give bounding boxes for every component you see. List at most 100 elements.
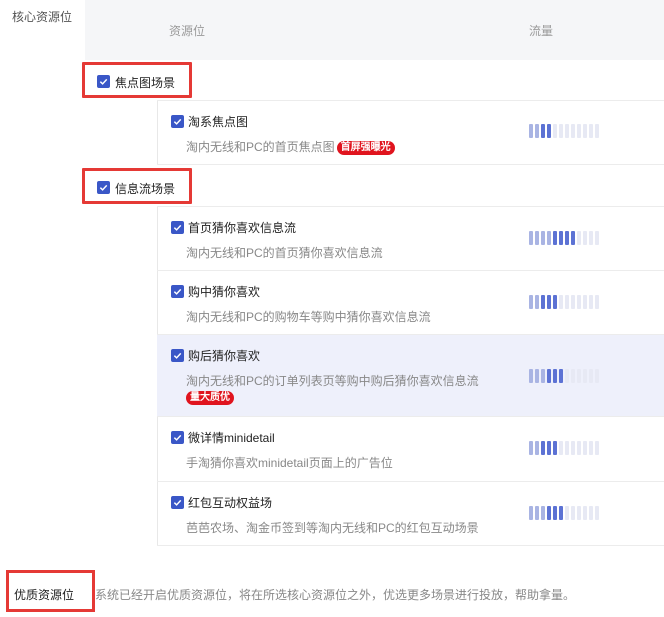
checkbox[interactable]	[171, 349, 184, 362]
list-item[interactable]: 购中猜你喜欢 淘内无线和PC的购物车等购中猜你喜欢信息流	[157, 271, 664, 334]
flow-segment	[529, 441, 533, 455]
flow-segment	[541, 295, 545, 309]
premium-resource-label: 优质资源位	[14, 588, 75, 602]
flow-segment	[559, 124, 563, 138]
flow-segment	[547, 506, 551, 520]
flow-segment	[559, 231, 563, 245]
checkbox[interactable]	[97, 75, 110, 88]
flow-segment	[565, 369, 569, 383]
flow-segment	[583, 369, 587, 383]
item-title: 购中猜你喜欢	[188, 285, 261, 299]
flow-segment	[565, 506, 569, 520]
item-description: 淘内无线和PC的购物车等购中猜你喜欢信息流	[186, 310, 431, 324]
flow-segment	[595, 441, 599, 455]
flow-segment	[577, 231, 581, 245]
item-description: 手淘猜你喜欢minidetail页面上的广告位	[186, 456, 393, 470]
check-icon	[173, 118, 182, 125]
check-icon	[173, 434, 182, 441]
group-focus-scene[interactable]: 焦点图场景	[82, 62, 192, 98]
flow-segment	[547, 295, 551, 309]
flow-segment	[559, 295, 563, 309]
flow-segment	[553, 506, 557, 520]
flow-segment	[595, 369, 599, 383]
flow-segment	[577, 295, 581, 309]
flow-segment	[595, 231, 599, 245]
flow-segment	[571, 506, 575, 520]
flow-segment	[589, 506, 593, 520]
list-item[interactable]: 微详情minidetail 手淘猜你喜欢minidetail页面上的广告位	[157, 417, 664, 481]
checkbox[interactable]	[171, 221, 184, 234]
flow-segment	[595, 506, 599, 520]
flow-segment	[541, 231, 545, 245]
list-item[interactable]: 红包互动权益场 芭芭农场、淘金币签到等淘内无线和PC的红包互动场景	[157, 482, 664, 545]
flow-segment	[553, 231, 557, 245]
flow-segment	[541, 506, 545, 520]
flow-segment	[553, 369, 557, 383]
flow-segment	[547, 441, 551, 455]
badge: 量大质优	[186, 391, 234, 405]
list-item[interactable]: 淘系焦点图 淘内无线和PC的首页焦点图 首屏强曝光	[157, 101, 664, 164]
flow-segment	[559, 369, 563, 383]
group-feed-scene[interactable]: 信息流场景	[82, 168, 192, 204]
list-item-highlighted[interactable]: 购后猜你喜欢 淘内无线和PC的订单列表页等购中购后猜你喜欢信息流 量大质优	[157, 335, 664, 416]
item-title: 微详情minidetail	[188, 431, 275, 445]
flow-meter	[529, 506, 599, 520]
flow-segment	[577, 369, 581, 383]
flow-segment	[529, 295, 533, 309]
item-title: 购后猜你喜欢	[188, 349, 261, 363]
section-label: 核心资源位	[12, 10, 73, 24]
item-title: 首页猜你喜欢信息流	[188, 221, 297, 235]
checkbox[interactable]	[171, 285, 184, 298]
flow-segment	[559, 506, 563, 520]
flow-segment	[571, 124, 575, 138]
flow-segment	[595, 124, 599, 138]
flow-segment	[571, 295, 575, 309]
flow-segment	[553, 124, 557, 138]
flow-segment	[541, 441, 545, 455]
flow-segment	[535, 506, 539, 520]
flow-meter	[529, 441, 599, 455]
flow-segment	[589, 295, 593, 309]
check-icon	[173, 499, 182, 506]
flow-segment	[547, 369, 551, 383]
item-description: 淘内无线和PC的首页焦点图 首屏强曝光	[186, 138, 395, 155]
group-label: 信息流场景	[115, 182, 176, 196]
table-header: 资源位 流量	[85, 0, 664, 60]
checkbox[interactable]	[171, 115, 184, 128]
flow-segment	[547, 231, 551, 245]
row-divider	[157, 545, 664, 546]
flow-meter	[529, 295, 599, 309]
item-title: 红包互动权益场	[188, 496, 273, 510]
check-icon	[99, 184, 108, 191]
flow-segment	[535, 441, 539, 455]
flow-segment	[583, 231, 587, 245]
flow-segment	[541, 124, 545, 138]
flow-segment	[577, 124, 581, 138]
check-icon	[173, 352, 182, 359]
flow-segment	[589, 369, 593, 383]
flow-segment	[547, 124, 551, 138]
flow-segment	[565, 295, 569, 309]
flow-meter	[529, 231, 599, 245]
flow-segment	[589, 124, 593, 138]
checkbox[interactable]	[171, 431, 184, 444]
flow-segment	[577, 506, 581, 520]
flow-segment	[583, 124, 587, 138]
group-label: 焦点图场景	[115, 76, 176, 90]
flow-segment	[535, 231, 539, 245]
flow-segment	[565, 124, 569, 138]
checkbox[interactable]	[171, 496, 184, 509]
item-title: 淘系焦点图	[188, 115, 249, 129]
flow-segment	[571, 231, 575, 245]
item-description: 淘内无线和PC的首页猜你喜欢信息流	[186, 246, 383, 260]
column-header-resource: 资源位	[169, 24, 206, 38]
badge: 首屏强曝光	[336, 141, 395, 155]
flow-segment	[571, 369, 575, 383]
flow-segment	[589, 441, 593, 455]
checkbox[interactable]	[97, 181, 110, 194]
list-item[interactable]: 首页猜你喜欢信息流 淘内无线和PC的首页猜你喜欢信息流	[157, 207, 664, 270]
flow-segment	[529, 506, 533, 520]
premium-resource-note: 系统已经开启优质资源位，将在所选核心资源位之外，优选更多场景进行投放，帮助拿量。	[95, 588, 576, 602]
flow-segment	[529, 369, 533, 383]
flow-segment	[535, 369, 539, 383]
